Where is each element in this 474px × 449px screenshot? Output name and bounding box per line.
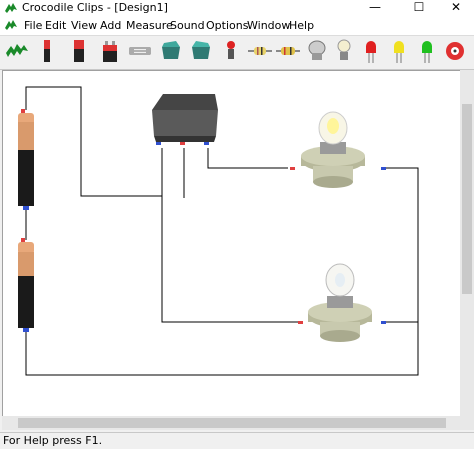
motor-tool-icon[interactable] [304,37,330,65]
close-button[interactable]: ✕ [438,0,474,16]
bulb-tool-icon[interactable] [331,37,357,65]
wire[interactable] [161,196,300,323]
menu-file[interactable]: File [24,19,42,32]
maximize-button[interactable]: ☐ [401,0,437,16]
document-crocodile-icon[interactable] [4,18,18,32]
menu-options[interactable]: Options [206,19,248,32]
menu-sound[interactable]: Sound [170,19,205,32]
wire[interactable] [25,167,419,376]
cell-top[interactable] [18,109,34,210]
status-text: For Help press F1. [3,434,103,447]
menu-help[interactable]: Help [289,19,314,32]
menu-measure[interactable]: Measure [126,19,173,32]
bulb-upper[interactable] [290,111,386,188]
crocodile-clip-tool-icon[interactable] [4,37,30,65]
menu-view[interactable]: View [71,19,97,32]
wire[interactable] [207,148,288,169]
vertical-scroll-thumb[interactable] [462,104,472,294]
cell-tool-icon[interactable] [34,37,60,65]
bulb-lower[interactable] [298,263,386,342]
window-title: Crocodile Clips - [Design1] [22,1,168,14]
minimize-button[interactable]: — [357,0,393,16]
crocodile-app-icon [5,3,17,13]
battery-pack-tool-icon[interactable] [66,37,92,65]
menu-add[interactable]: Add [100,19,121,32]
menu-window[interactable]: Window [247,19,290,32]
battery-9v-tool-icon[interactable] [97,37,123,65]
led-red-tool-icon[interactable] [358,37,384,65]
resistor-tool-icon[interactable] [247,37,273,65]
horizontal-scroll-thumb[interactable] [18,418,446,428]
led-green-tool-icon[interactable] [414,37,440,65]
rocker-switch[interactable] [152,94,218,145]
circuit-diagram [18,86,419,376]
fuse-tool-icon[interactable] [127,37,153,65]
buzzer-tool-icon[interactable] [442,37,468,65]
wire[interactable] [25,86,163,197]
push-switch-tool-icon[interactable] [218,37,244,65]
led-yellow-tool-icon[interactable] [386,37,412,65]
variable-resistor-tool-icon[interactable] [275,37,301,65]
menu-edit[interactable]: Edit [45,19,66,32]
switch-teal-tool-icon[interactable] [188,37,214,65]
switch-green-tool-icon[interactable] [158,37,184,65]
cell-bottom[interactable] [18,238,34,332]
